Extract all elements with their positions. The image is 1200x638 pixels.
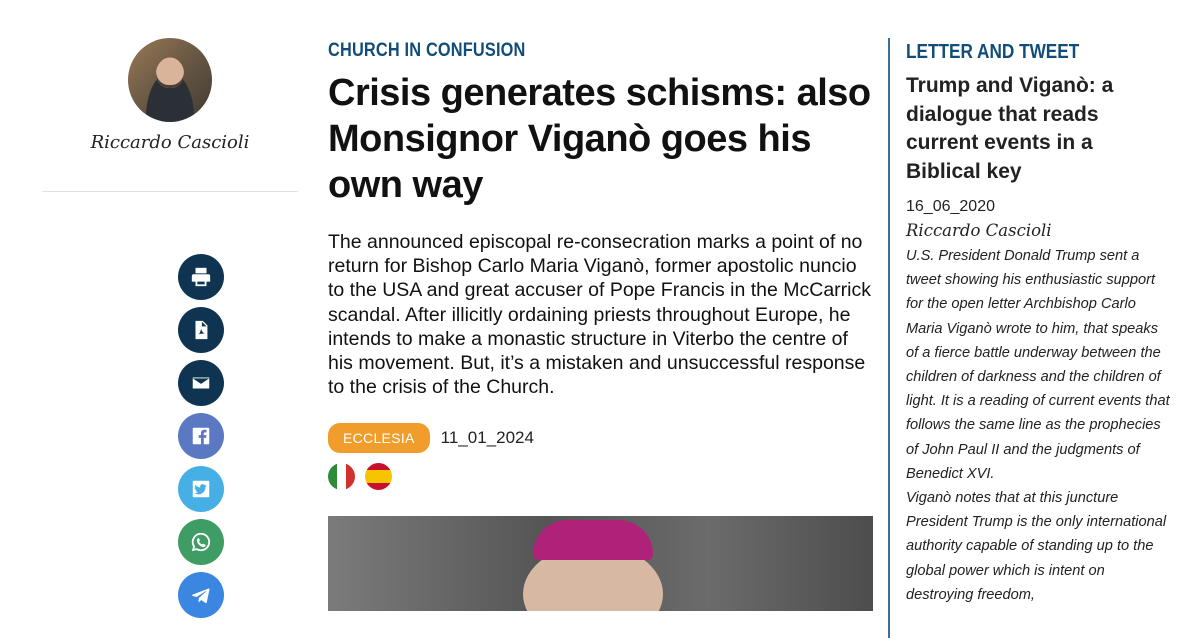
article-lead: The announced episcopal re-consecration … [328,231,872,399]
spanish-flag-icon[interactable] [365,463,392,491]
facebook-icon [192,427,210,445]
article-headline[interactable]: Crisis generates schisms: also Monsignor… [328,70,873,208]
author-name[interactable]: Riccardo Cascioli [42,132,298,153]
italian-flag-icon[interactable] [328,463,355,491]
whatsapp-icon [191,532,211,552]
language-flags [328,463,873,491]
sidebar-article-date: 16_06_2020 [906,198,995,215]
sidebar-kicker[interactable]: LETTER AND TWEET [906,41,1133,64]
article-kicker[interactable]: CHURCH IN CONFUSION [328,40,797,62]
whatsapp-button[interactable] [178,519,224,565]
article-date: 11_01_2024 [440,428,534,448]
print-button[interactable] [178,254,224,300]
twitter-icon [192,480,210,498]
related-sidebar: LETTER AND TWEET Trump and Viganò: a dia… [888,38,1180,638]
email-button[interactable] [178,360,224,406]
sidebar-excerpt-paragraph-1: U.S. President Donald Trump sent a tweet… [906,248,1170,482]
telegram-icon [192,588,210,604]
category-tag[interactable]: ECCLESIA [328,423,430,454]
pdf-icon [195,320,208,340]
article-meta: ECCLESIA 11_01_2024 [328,423,873,454]
author-divider [42,191,298,192]
article-hero-image [328,516,873,612]
author-avatar[interactable] [128,38,212,122]
share-buttons [178,254,224,625]
sidebar-article-excerpt: U.S. President Donald Trump sent a tweet… [906,244,1170,607]
email-icon [192,377,210,389]
author-column: Riccardo Cascioli [42,38,298,192]
sidebar-article-author[interactable]: Riccardo Cascioli [906,221,1170,240]
sidebar-excerpt-paragraph-2: Viganò notes that at this juncture Presi… [906,490,1167,603]
sidebar-article-title[interactable]: Trump and Viganò: a dialogue that reads … [906,72,1170,186]
twitter-button[interactable] [178,466,224,512]
hero-zucchetto [533,520,653,561]
telegram-button[interactable] [178,572,224,618]
facebook-button[interactable] [178,413,224,459]
pdf-button[interactable] [178,307,224,353]
print-icon [191,267,211,287]
main-article: CHURCH IN CONFUSION Crisis generates sch… [328,40,873,612]
